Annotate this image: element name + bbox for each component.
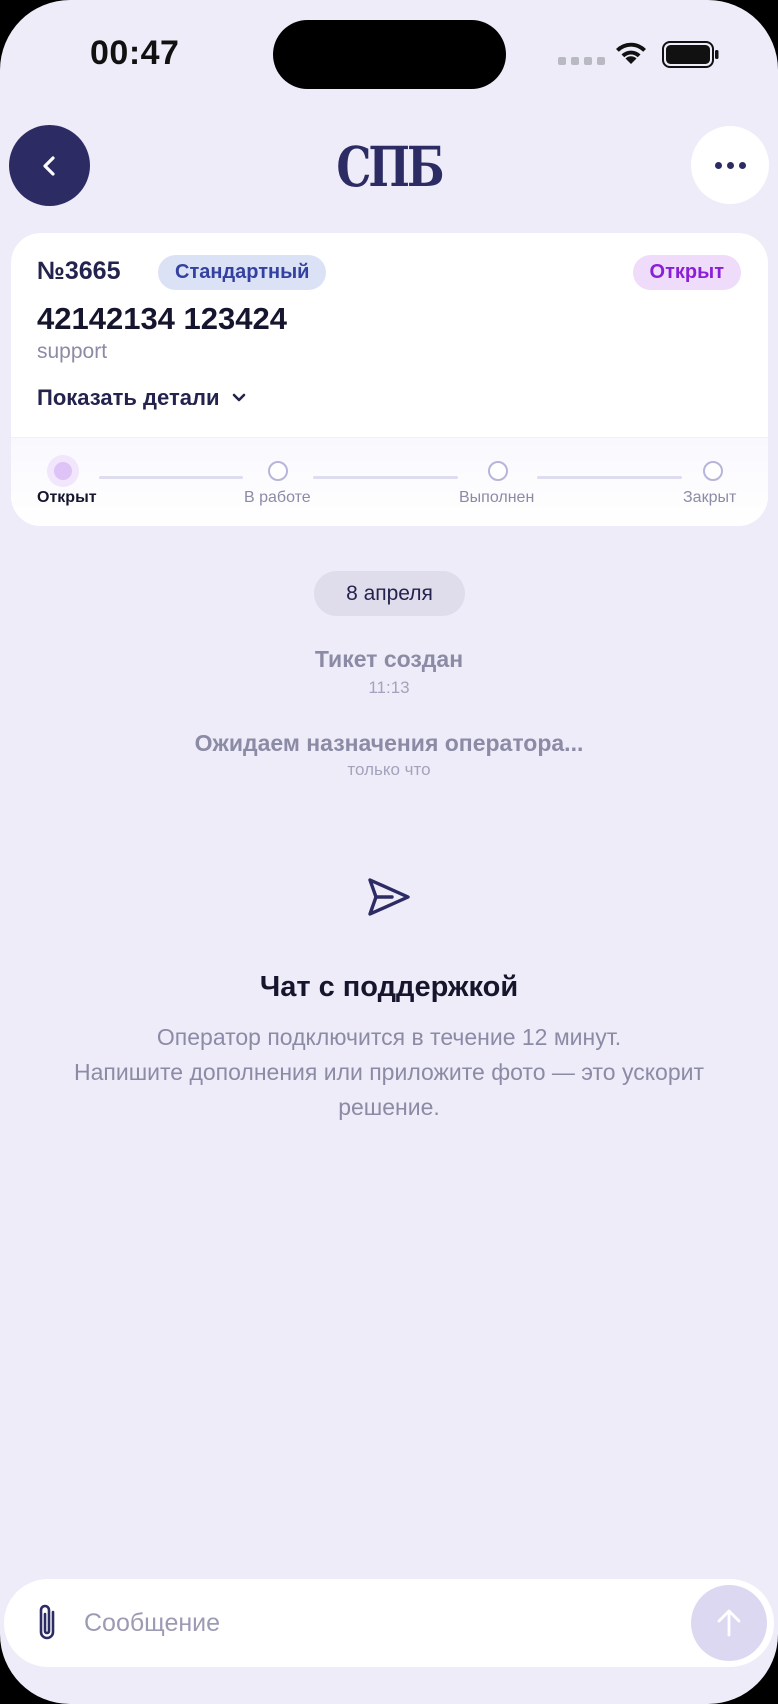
empty-state-text: Оператор подключится в течение 12 минут.… (30, 1020, 748, 1125)
step-label-in-progress: В работе (244, 489, 311, 506)
step-label-done: Выполнен (459, 489, 535, 506)
show-details-button[interactable]: Показать детали (37, 385, 247, 411)
event-time: 11:13 (368, 678, 410, 697)
show-details-label: Показать детали (37, 385, 220, 410)
more-options-button[interactable] (691, 126, 769, 204)
ticket-category: support (37, 340, 108, 363)
status-badge: Открыт (632, 255, 741, 290)
step-connector (313, 476, 458, 479)
more-dot (726, 161, 734, 169)
ticket-number: №3665 (37, 257, 121, 285)
chevron-down-icon (233, 393, 246, 402)
empty-state-line: Оператор подключится в течение 12 минут. (156, 1024, 622, 1050)
step-dot-open (47, 455, 79, 487)
step-dot-closed (703, 461, 723, 481)
cellular-signal-icon (558, 57, 605, 65)
ticket-card: №3665 Стандартный Открыт 42142134 123424… (11, 233, 768, 526)
step-connector (537, 476, 682, 479)
date-separator: 8 апреля (314, 571, 465, 616)
ticket-chat-screen: 00:47 СПБ №3665 Стандартный Открыт 42142… (0, 0, 778, 1704)
more-dot (738, 161, 746, 169)
arrow-up-icon (717, 1609, 741, 1637)
send-icon (368, 878, 410, 916)
dynamic-island (273, 20, 506, 89)
status-time: 00:47 (90, 34, 180, 72)
event-time: только что (347, 760, 431, 779)
step-connector (99, 476, 243, 479)
chevron-left-icon (42, 155, 55, 176)
step-label-open: Открыт (37, 489, 97, 506)
message-composer (4, 1579, 774, 1667)
ticket-progress: Открыт В работе Выполнен Закрыт (11, 437, 768, 526)
back-button[interactable] (9, 125, 90, 206)
battery-icon (662, 41, 719, 68)
empty-state-title: Чат с поддержкой (259, 971, 519, 1003)
send-button[interactable] (691, 1585, 767, 1661)
app-logo: СПБ (336, 136, 444, 200)
event-title: Ожидаем назначения оператора... (194, 730, 584, 756)
step-dot-done (488, 461, 508, 481)
step-label-closed: Закрыт (683, 489, 737, 506)
message-input[interactable] (84, 1599, 584, 1647)
paperclip-icon[interactable] (34, 1603, 60, 1643)
wifi-icon (616, 42, 646, 64)
ticket-title: 42142134 123424 (37, 301, 287, 336)
step-dot-in-progress (268, 461, 288, 481)
priority-badge: Стандартный (158, 255, 327, 290)
event-title: Тикет создан (314, 646, 464, 672)
more-dot (714, 161, 722, 169)
empty-state-line: Напишите дополнения или приложите фото —… (74, 1059, 704, 1120)
